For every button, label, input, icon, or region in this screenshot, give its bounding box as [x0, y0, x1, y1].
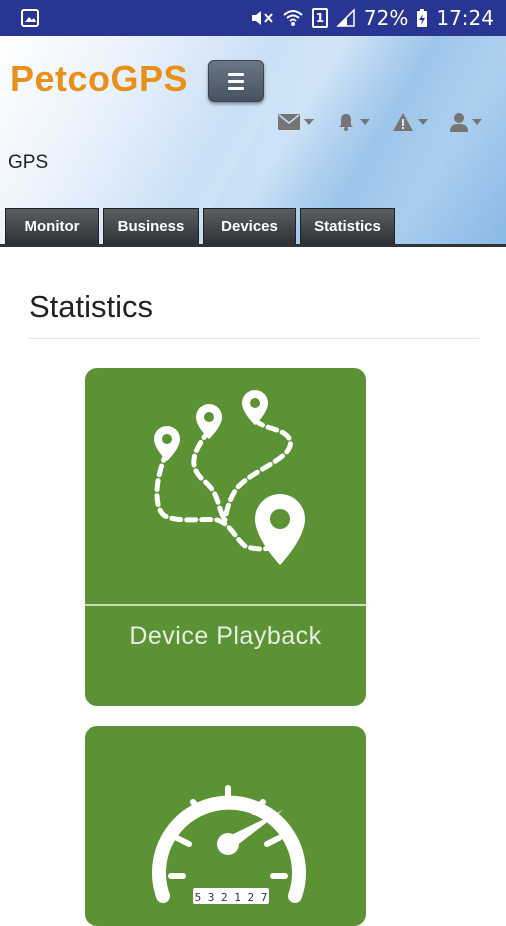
sim-icon: 1	[311, 8, 328, 28]
tab-devices[interactable]: Devices	[203, 208, 296, 244]
battery-percent: 72%	[363, 6, 409, 30]
battery-charging-icon	[417, 9, 428, 27]
app-header: PetcoGPS GPS Monitor Business Devices St…	[0, 36, 506, 246]
clock-time: 17:24	[436, 6, 494, 30]
speedometer-icon: 5 3 2 1 2 7	[152, 785, 306, 904]
tab-statistics[interactable]: Statistics	[300, 208, 395, 244]
main-content: Statistics Device Playback 5 3 2 1 2 7	[0, 247, 506, 926]
header-actions	[278, 110, 482, 134]
route-playback-icon	[154, 390, 305, 565]
bell-icon	[339, 114, 353, 131]
warning-icon	[393, 113, 413, 131]
envelope-icon	[278, 114, 300, 130]
gallery-icon	[21, 9, 39, 27]
chevron-down-icon	[304, 119, 314, 125]
chevron-down-icon	[418, 119, 428, 125]
status-bar: 1 72% 17:24	[0, 0, 506, 36]
user-dropdown[interactable]	[450, 110, 482, 134]
messages-dropdown[interactable]	[278, 110, 314, 134]
mute-icon	[251, 11, 273, 25]
signal-icon	[336, 8, 355, 27]
tile-label: Device Playback	[129, 622, 322, 650]
header-subtitle: GPS	[8, 152, 49, 173]
notifications-dropdown[interactable]	[336, 110, 370, 134]
tab-monitor[interactable]: Monitor	[5, 208, 99, 244]
speed-report-tile[interactable]: 5 3 2 1 2 7	[85, 726, 366, 926]
title-divider	[29, 338, 479, 339]
odometer-readout: 5 3 2 1 2 7	[195, 891, 268, 904]
nav-tabs: Monitor Business Devices Statistics	[5, 208, 395, 244]
page-title: Statistics	[29, 289, 154, 324]
tile-divider	[85, 604, 366, 606]
device-playback-tile[interactable]: Device Playback	[85, 368, 366, 706]
chevron-down-icon	[472, 119, 482, 125]
chevron-down-icon	[360, 119, 370, 125]
user-icon	[450, 113, 468, 132]
brand-logo[interactable]: PetcoGPS	[10, 58, 188, 100]
alerts-dropdown[interactable]	[392, 110, 428, 134]
menu-toggle-button[interactable]	[208, 60, 264, 102]
wifi-icon	[283, 10, 303, 26]
tab-business[interactable]: Business	[103, 208, 199, 244]
